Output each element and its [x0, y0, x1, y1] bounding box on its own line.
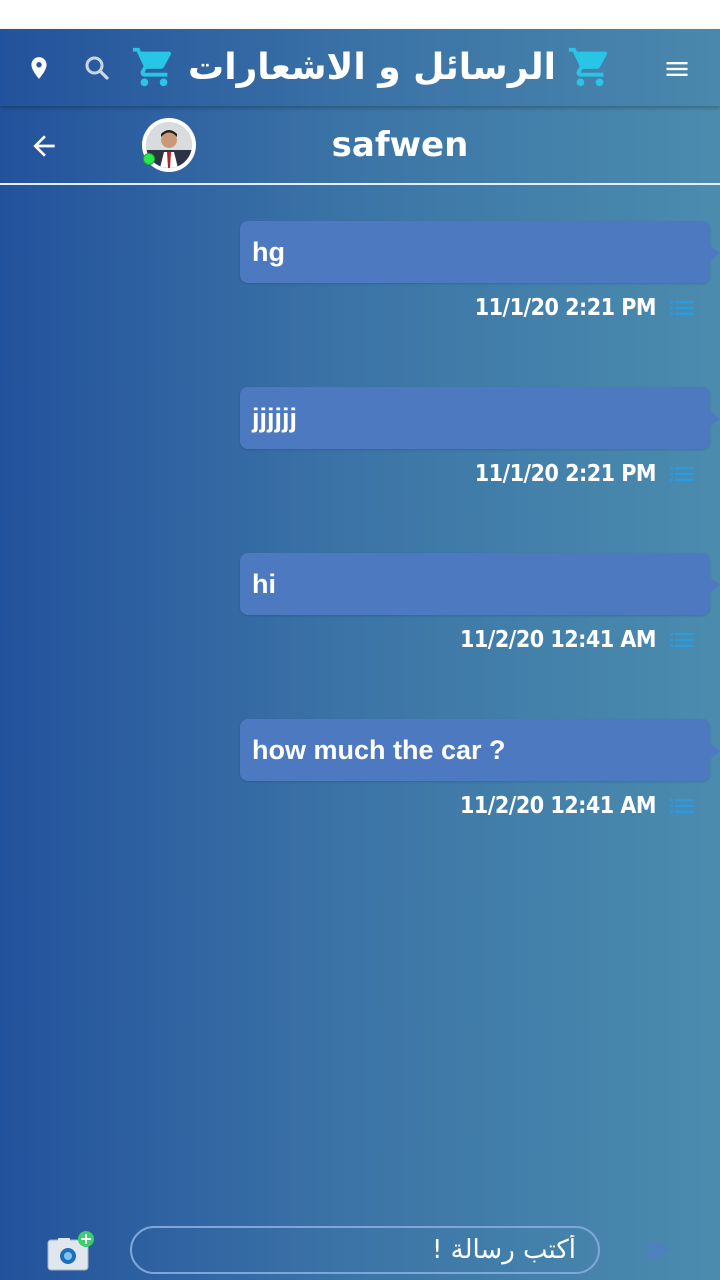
- app-title: الرسائل و الاشعارات: [188, 46, 556, 88]
- message-options-icon[interactable]: [670, 630, 694, 650]
- location-pin-icon[interactable]: [26, 53, 52, 83]
- send-icon[interactable]: [644, 1236, 674, 1264]
- app-title-group: الرسائل و الاشعارات: [124, 37, 620, 97]
- message-item: how much the car ? 11/2/20 12:41 AM: [240, 719, 720, 831]
- back-arrow-icon[interactable]: [28, 130, 60, 162]
- cart-icon: [568, 47, 608, 87]
- message-time: 11/2/20 12:41 AM: [460, 793, 656, 819]
- message-time: 11/2/20 12:41 AM: [460, 627, 656, 653]
- contact-name: safwen: [331, 125, 469, 165]
- message-bubble[interactable]: jjjjjj: [240, 387, 720, 449]
- search-icon[interactable]: [82, 53, 112, 83]
- message-options-icon[interactable]: [670, 298, 694, 318]
- message-meta: 11/1/20 2:21 PM: [240, 449, 710, 499]
- message-bubble[interactable]: hg: [240, 221, 720, 283]
- message-item: hg 11/1/20 2:21 PM: [240, 221, 720, 333]
- camera-add-icon[interactable]: [46, 1230, 96, 1272]
- message-item: jjjjjj 11/1/20 2:21 PM: [240, 387, 720, 499]
- app-bar: الرسائل و الاشعارات: [0, 29, 720, 106]
- cart-icon: [132, 47, 172, 87]
- message-composer: [0, 1216, 720, 1280]
- message-time: 11/1/20 2:21 PM: [474, 295, 657, 321]
- menu-icon[interactable]: [662, 55, 692, 83]
- message-options-icon[interactable]: [670, 796, 694, 816]
- message-meta: 11/2/20 12:41 AM: [240, 781, 710, 831]
- message-input[interactable]: [130, 1226, 600, 1274]
- message-bubble[interactable]: hi: [240, 553, 720, 615]
- message-item: hi 11/2/20 12:41 AM: [240, 553, 720, 665]
- status-bar: [0, 0, 720, 29]
- message-bubble[interactable]: how much the car ?: [240, 719, 720, 781]
- message-meta: 11/1/20 2:21 PM: [240, 283, 710, 333]
- message-meta: 11/2/20 12:41 AM: [240, 615, 710, 665]
- message-time: 11/1/20 2:21 PM: [474, 461, 657, 487]
- message-options-icon[interactable]: [670, 464, 694, 484]
- online-status-dot: [143, 153, 155, 165]
- chat-header: safwen: [0, 106, 720, 185]
- message-list: hg 11/1/20 2:21 PM jjjjjj 11/1/20 2:21 P…: [0, 186, 720, 1216]
